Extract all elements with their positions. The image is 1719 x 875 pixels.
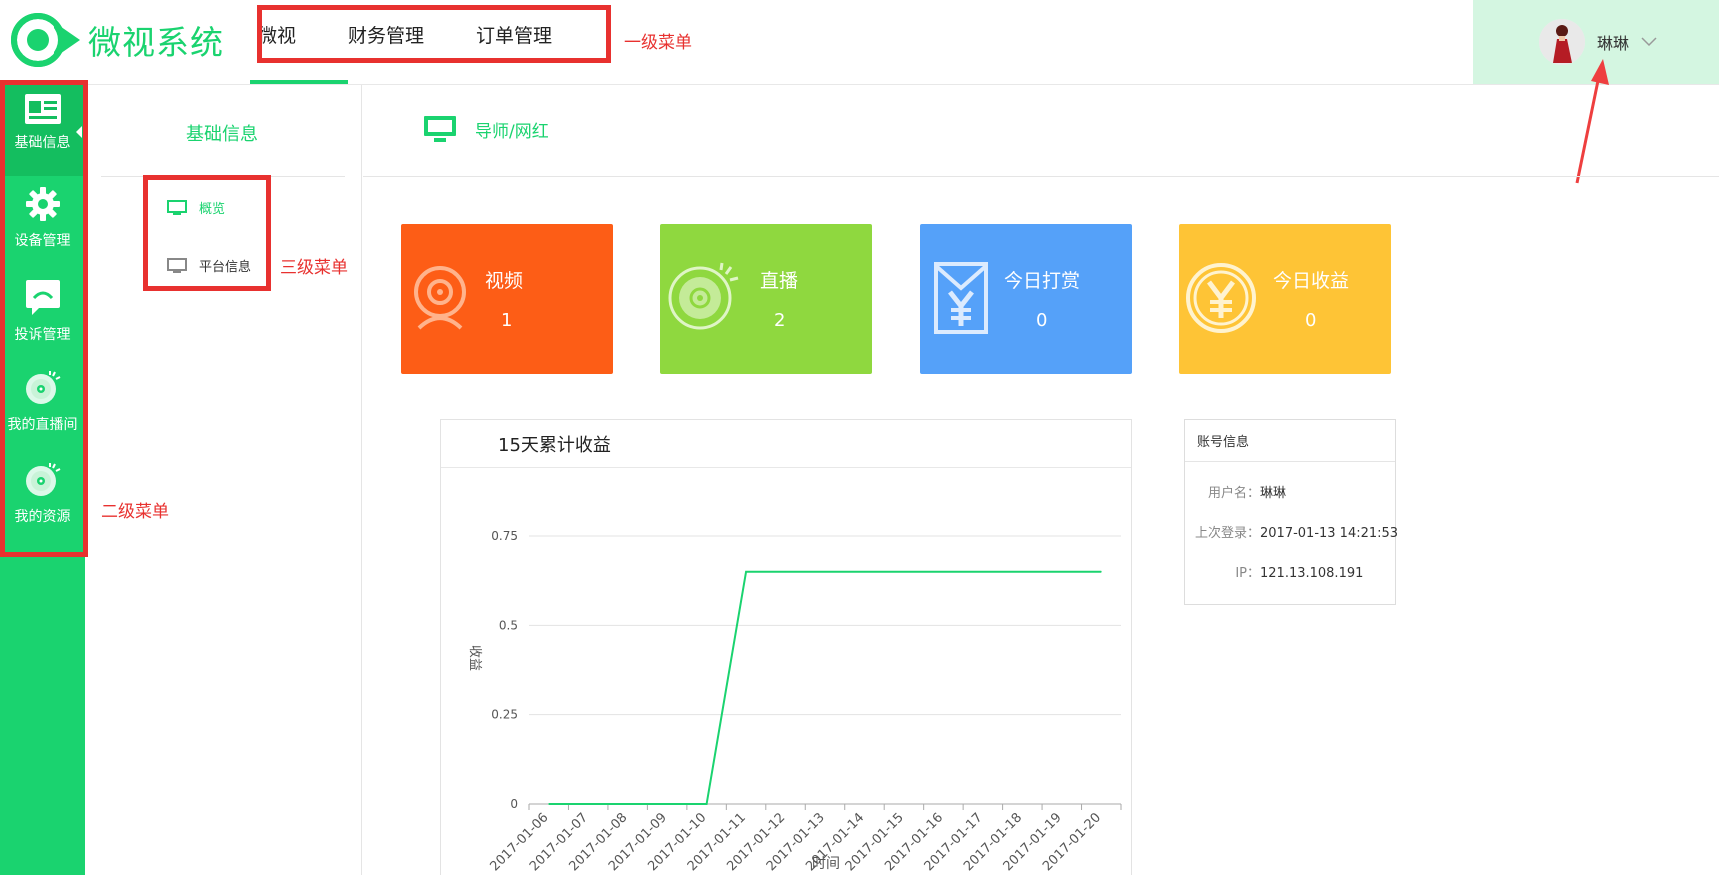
data-point (706, 803, 708, 805)
income-line-chart: 00.250.50.752017-01-062017-01-072017-01-… (467, 529, 1122, 874)
account-value: 2017-01-13 14:21:53 (1260, 526, 1399, 541)
data-point (587, 803, 589, 805)
card-title: 直播 (760, 270, 799, 292)
account-row-ip: IP：121.13.108.191 (1185, 562, 1397, 581)
income-chart-panel: 15天累计收益 0 0.25 0.5 0.75 2017-01-06 2017-01-07… (440, 419, 1132, 875)
card-value: 0 (1036, 310, 1048, 331)
data-point (666, 803, 668, 805)
y-tick-label: 0 (510, 797, 518, 811)
main-header: 导师/网红 (363, 85, 1719, 177)
app-title: 微视系统 (88, 23, 224, 62)
live-disc-icon (668, 262, 739, 330)
monitor-icon (424, 116, 456, 142)
main-header-label: 导师/网红 (475, 121, 549, 142)
account-info-panel: 账号信息 用户名：琳琳 上次登录：2017-01-13 14:21:53 IP：… (1184, 419, 1399, 605)
yen-coin-icon (1186, 263, 1256, 333)
eye-logo-icon (11, 13, 80, 67)
webcam-icon (414, 266, 466, 330)
stat-card-video[interactable]: 视频 1 (401, 224, 613, 374)
data-point (1061, 571, 1063, 573)
data-point (785, 571, 787, 573)
data-point (548, 803, 550, 805)
account-value: 121.13.108.191 (1260, 566, 1364, 581)
y-tick-label: 0.75 (491, 529, 518, 543)
card-value: 1 (501, 310, 513, 331)
y-tick-label: 0.5 (499, 618, 518, 632)
main-header-tab[interactable]: 导师/网红 (423, 115, 549, 143)
data-point (745, 571, 747, 573)
yen-envelope-icon (934, 262, 988, 334)
annotation-box-level2 (0, 80, 88, 557)
card-title: 视频 (485, 270, 524, 292)
card-title: 今日收益 (1273, 270, 1350, 292)
y-tick-label: 0.25 (491, 708, 518, 722)
data-point (903, 571, 905, 573)
username: 琳琳 (1597, 34, 1630, 53)
account-value: 琳琳 (1260, 486, 1287, 501)
account-key: 用户名： (1207, 486, 1260, 501)
account-row-last-login: 上次登录：2017-01-13 14:21:53 (1185, 522, 1399, 541)
card-title: 今日打赏 (1004, 270, 1081, 292)
data-point (942, 571, 944, 573)
data-point (1021, 571, 1023, 573)
annotation-level1: 一级菜单 (624, 33, 692, 53)
account-key: 上次登录： (1194, 526, 1260, 541)
stat-card-live[interactable]: 直播 2 (660, 224, 872, 374)
annotation-box-level3 (143, 175, 271, 291)
annotation-level3: 三级菜单 (280, 258, 348, 278)
chevron-down-icon (1641, 37, 1657, 47)
account-key: IP： (1235, 566, 1260, 581)
data-point (627, 803, 629, 805)
data-point (1100, 571, 1102, 573)
data-point (863, 571, 865, 573)
card-value: 0 (1305, 310, 1317, 331)
y-axis-label: 收益 (467, 645, 482, 671)
account-row-username: 用户名：琳琳 (1185, 482, 1397, 501)
annotation-box-level1 (257, 5, 611, 63)
top-nav-active-indicator (250, 80, 348, 84)
series-line (548, 570, 1102, 805)
logo[interactable]: 微视系统 (10, 12, 224, 68)
account-info-title: 账号信息 (1185, 420, 1395, 462)
chart-title: 15天累计收益 (441, 420, 1131, 468)
stat-card-today-tips[interactable]: 今日打赏 0 (920, 224, 1132, 374)
stat-card-today-income[interactable]: 今日收益 0 (1179, 224, 1391, 374)
data-point (824, 571, 826, 573)
card-value: 2 (774, 310, 786, 331)
data-point (982, 571, 984, 573)
x-axis-label: 时间 (812, 856, 840, 872)
